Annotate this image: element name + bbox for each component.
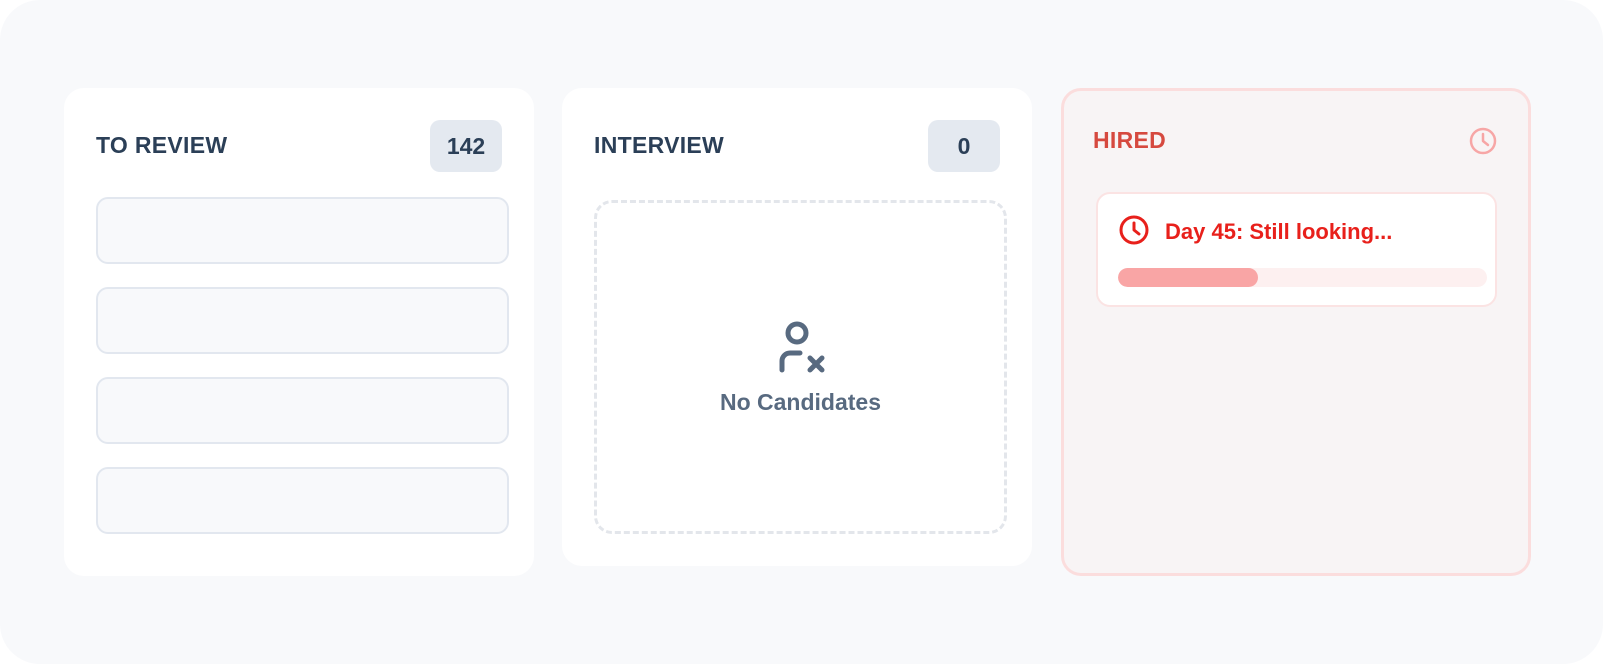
status-text: Day 45: Still looking...	[1165, 219, 1393, 244]
column-title: HIRED	[1093, 127, 1167, 153]
user-x-icon	[779, 321, 824, 372]
count-badge: 142	[430, 120, 502, 172]
candidate-card-placeholder[interactable]	[96, 197, 509, 264]
column-interview: INTERVIEW 0 No Candidates	[562, 88, 1032, 566]
candidate-card-placeholder[interactable]	[96, 377, 509, 444]
column-title: INTERVIEW	[594, 132, 725, 158]
column-to-review: TO REVIEW 142	[64, 88, 534, 576]
empty-state-text: No Candidates	[719, 388, 882, 415]
clock-icon	[1119, 215, 1149, 245]
clock-icon	[1469, 127, 1497, 155]
hiring-status-card: Day 45: Still looking...	[1096, 192, 1497, 307]
column-title: TO REVIEW	[96, 132, 228, 158]
count-badge: 0	[928, 120, 1000, 172]
board-background: TO REVIEW 142 INTERVIEW 0 No Candidates …	[0, 0, 1603, 664]
empty-drop-zone[interactable]: No Candidates	[594, 200, 1007, 534]
progress-bar	[1118, 268, 1487, 287]
candidate-card-placeholder[interactable]	[96, 467, 509, 534]
progress-fill	[1118, 268, 1259, 287]
column-hired: HIRED Day 45: Still looking...	[1061, 88, 1531, 576]
candidate-card-placeholder[interactable]	[96, 287, 509, 354]
